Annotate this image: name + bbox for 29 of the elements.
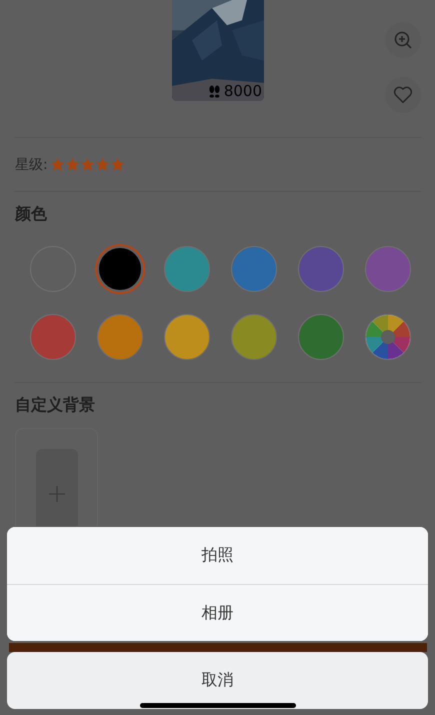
color-swatch[interactable] xyxy=(231,246,277,292)
heart-icon xyxy=(392,84,414,106)
section-title: 颜色 xyxy=(14,203,48,225)
color-swatch[interactable] xyxy=(298,246,344,292)
zoom-in-icon xyxy=(393,30,413,50)
star-icon xyxy=(80,157,95,172)
favorite-button[interactable] xyxy=(385,77,421,113)
star-icon xyxy=(110,157,125,172)
color-swatch[interactable] xyxy=(365,314,411,360)
star-icon xyxy=(50,157,65,172)
color-swatch[interactable] xyxy=(97,246,143,292)
star-icon xyxy=(64,157,80,172)
color-swatch[interactable] xyxy=(97,314,143,360)
action-option[interactable]: 相册 xyxy=(7,584,428,641)
footprints-icon xyxy=(208,84,221,98)
cancel-button[interactable]: 取消 xyxy=(7,652,428,709)
color-swatch[interactable] xyxy=(365,246,411,292)
star-icon xyxy=(94,157,110,172)
color-swatch[interactable] xyxy=(30,314,76,360)
color-swatch[interactable] xyxy=(298,314,344,360)
zoom-in-button[interactable] xyxy=(385,22,421,58)
rating-label: 星级: xyxy=(15,156,48,174)
step-count: 8000 xyxy=(224,82,262,100)
color-swatch[interactable] xyxy=(164,246,210,292)
color-swatch[interactable] xyxy=(164,314,210,360)
color-swatch[interactable] xyxy=(231,314,277,360)
add-background-card[interactable] xyxy=(15,428,98,526)
section-title: 自定义背景 xyxy=(14,394,96,416)
plus-icon xyxy=(48,486,64,502)
